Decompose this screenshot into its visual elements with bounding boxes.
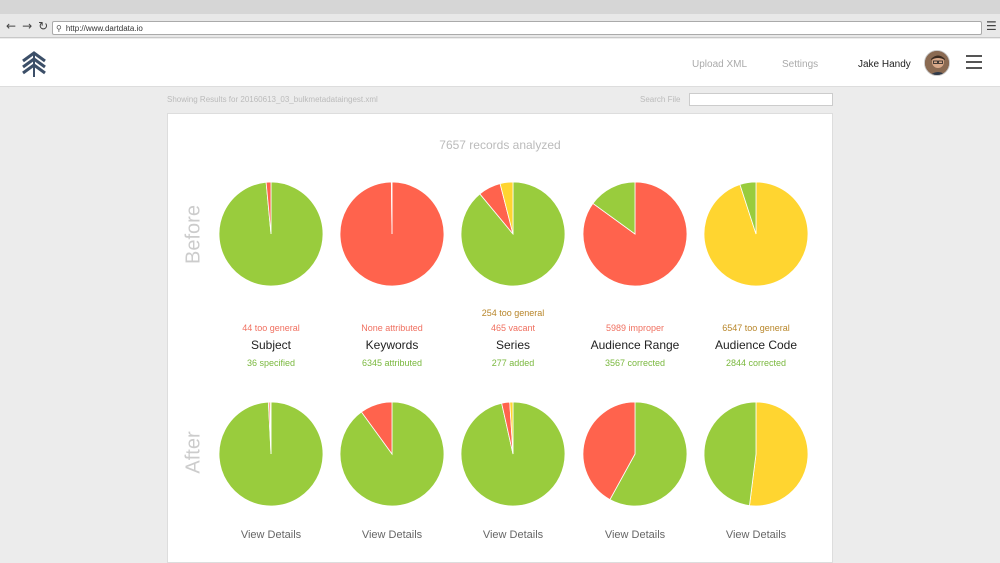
- before-row-label: Before: [182, 205, 205, 264]
- view-details-audience-code[interactable]: View Details: [686, 529, 826, 541]
- avatar[interactable]: [924, 50, 950, 76]
- stat-after-audience-code: 2844 corrected: [725, 358, 787, 368]
- stat-after-subject: 36 specified: [246, 358, 296, 368]
- stat-before-series: 465 vacant: [490, 323, 536, 333]
- after-row-label: After: [182, 431, 205, 474]
- category-title-audience-code: Audience Code: [714, 338, 798, 352]
- view-details-series[interactable]: View Details: [443, 529, 583, 541]
- pie-slice-green: [703, 401, 757, 507]
- stat-after-keywords: 6345 attributed: [361, 358, 423, 368]
- address-bar-url: http://www.dartdata.io: [65, 23, 143, 33]
- stat-before-audience-range: 5989 improper: [605, 323, 665, 333]
- stat-before-series: 254 too general: [481, 308, 545, 318]
- category-title-series: Series: [495, 338, 530, 352]
- browser-menu-icon[interactable]: ☰: [986, 19, 997, 33]
- reload-icon[interactable]: ↻: [38, 19, 48, 33]
- stat-after-series: 277 added: [491, 358, 535, 368]
- pie-slice-yellow: [749, 401, 809, 507]
- search-file-input[interactable]: [689, 93, 833, 106]
- pie-before-series: [460, 181, 566, 287]
- user-name[interactable]: Jake Handy: [858, 59, 911, 70]
- stat-before-subject: 44 too general: [242, 323, 300, 333]
- nav-settings[interactable]: Settings: [782, 59, 818, 70]
- menu-icon[interactable]: [966, 55, 982, 69]
- stat-before-audience-code: 6547 too general: [722, 323, 790, 333]
- pie-before-subject: [218, 181, 324, 287]
- records-analyzed: 7657 records analyzed: [439, 138, 561, 152]
- stat-before-keywords: None attributed: [361, 323, 423, 333]
- dartdata-logo[interactable]: [20, 49, 48, 77]
- stat-after-audience-range: 3567 corrected: [604, 358, 666, 368]
- results-card: 7657 records analyzed Before After 44 to…: [167, 113, 833, 563]
- view-details-audience-range[interactable]: View Details: [565, 529, 705, 541]
- nav-upload-xml[interactable]: Upload XML: [692, 59, 747, 70]
- forward-icon[interactable]: →: [22, 19, 32, 33]
- pie-before-audience-range: [582, 181, 688, 287]
- browser-nav-buttons: ← → ↻: [6, 19, 48, 33]
- category-title-keywords: Keywords: [365, 338, 419, 352]
- pie-after-audience-range: [582, 401, 688, 507]
- search-file-label: Search File: [640, 95, 681, 104]
- browser-title-bar: [0, 0, 1000, 14]
- pie-after-series: [460, 401, 566, 507]
- category-title-subject: Subject: [250, 338, 292, 352]
- view-details-subject[interactable]: View Details: [201, 529, 341, 541]
- browser-toolbar: ← → ↻ ⚲ http://www.dartdata.io ☰: [0, 0, 1000, 38]
- view-details-keywords[interactable]: View Details: [322, 529, 462, 541]
- pie-before-keywords: [339, 181, 445, 287]
- category-title-audience-range: Audience Range: [590, 338, 680, 352]
- pie-after-keywords: [339, 401, 445, 507]
- address-bar[interactable]: ⚲ http://www.dartdata.io: [52, 21, 982, 35]
- pie-before-audience-code: [703, 181, 809, 287]
- pie-after-subject: [218, 401, 324, 507]
- app-header: Upload XML Settings Jake Handy: [0, 39, 1000, 87]
- results-file-label: Showing Results for 20160613_03_bulkmeta…: [167, 95, 378, 104]
- pie-after-audience-code: [703, 401, 809, 507]
- search-icon: ⚲: [56, 23, 62, 33]
- back-icon[interactable]: ←: [6, 19, 16, 33]
